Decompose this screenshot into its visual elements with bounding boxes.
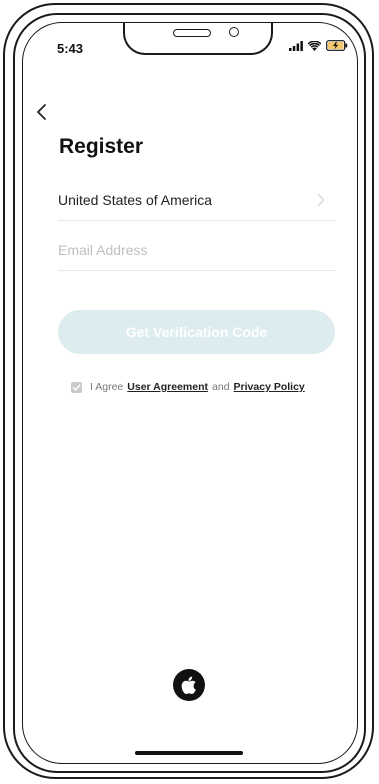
- front-camera: [229, 27, 239, 37]
- agreement-row: I Agree User Agreement and Privacy Polic…: [71, 381, 305, 393]
- home-indicator: [135, 751, 243, 755]
- email-input[interactable]: [58, 231, 335, 269]
- privacy-policy-link[interactable]: Privacy Policy: [234, 381, 305, 393]
- apple-logo-icon: [181, 676, 196, 694]
- back-arrow-icon[interactable]: [35, 103, 49, 121]
- page-title: Register: [59, 135, 144, 158]
- status-time: 5:43: [57, 41, 84, 56]
- user-agreement-link[interactable]: User Agreement: [127, 381, 208, 393]
- notch: [123, 23, 273, 55]
- phone-screen: 5:43 Register United States of America E…: [22, 22, 358, 764]
- agree-prefix-text: I Agree: [90, 381, 124, 393]
- apple-sign-in-button[interactable]: [173, 669, 205, 701]
- email-field[interactable]: [58, 231, 335, 271]
- and-text: and: [212, 381, 230, 393]
- check-icon: [72, 383, 81, 391]
- status-icons: [289, 40, 348, 51]
- speaker-grille: [173, 29, 211, 37]
- country-selector[interactable]: United States of America: [58, 181, 335, 221]
- chevron-right-icon: [317, 193, 325, 207]
- country-label: United States of America: [58, 192, 213, 208]
- signal-icon: [289, 40, 303, 51]
- battery-icon: [326, 40, 348, 51]
- wifi-icon: [308, 40, 321, 51]
- get-verification-code-button[interactable]: Get Verification Code: [58, 310, 335, 354]
- agree-checkbox[interactable]: [71, 381, 82, 393]
